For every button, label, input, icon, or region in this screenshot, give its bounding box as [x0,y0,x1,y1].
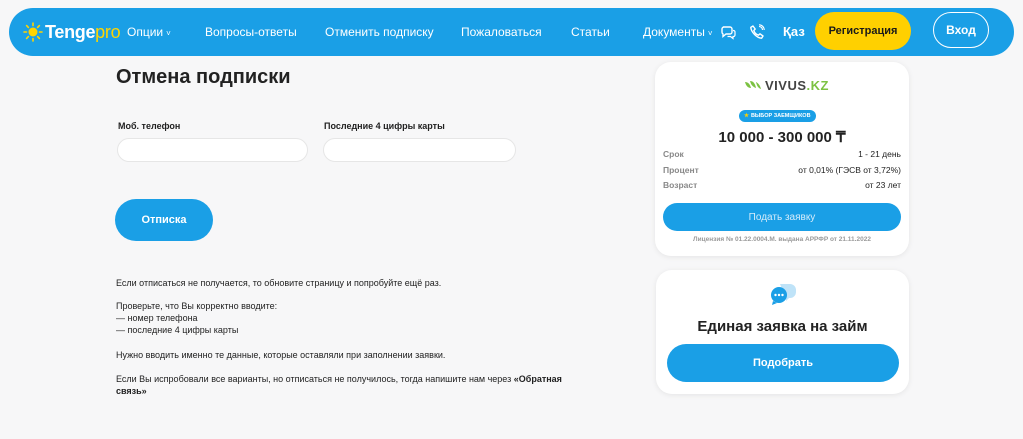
phone-label: Моб. телефон [118,121,181,131]
help-text-check: Проверьте, что Вы корректно вводите: — н… [116,301,278,335]
unsubscribe-button[interactable]: Отписка [115,199,213,241]
nav-articles[interactable]: Статьи [571,25,610,39]
loan-offer-card: VIVUS.KZ ★ ВЫБОР ЗАЕМЩИКОВ 10 000 - 300 0… [655,62,909,256]
feedback-link-cont[interactable]: связь» [116,386,147,396]
nav-documents[interactable]: Документы ˅ [643,25,713,39]
age-label: Возраст [663,180,698,190]
apply-button[interactable]: Подать заявку [663,203,901,231]
borrowers-choice-badge: ★ ВЫБОР ЗАЕМЩИКОВ [739,110,816,122]
language-switch[interactable]: Қаз [783,24,805,39]
nav-faq[interactable]: Вопросы-ответы [205,25,297,39]
nav-cancel-subscription[interactable]: Отменить подписку [325,25,434,39]
pick-loan-button[interactable]: Подобрать [667,344,899,382]
login-button[interactable]: Вход [933,12,989,48]
nav-options[interactable]: Опции ˅ [127,25,171,39]
help-text-feedback: Если Вы испробовали все варианты, но отп… [116,374,562,396]
chat-icon[interactable] [720,24,736,40]
sun-icon [23,22,43,42]
chevron-down-icon: ˅ [166,29,171,38]
card-digits-label: Последние 4 цифры карты [324,121,445,131]
help-text-data: Нужно вводить именно те данные, которые … [116,350,446,360]
feedback-link[interactable]: «Обратная [514,374,562,384]
rate-value: от 0,01% (ГЭСВ от 3,72%) [798,165,901,175]
chevron-down-icon: ˅ [707,29,713,38]
rate-label: Процент [663,165,699,175]
card-digits-input[interactable] [323,138,516,162]
chat-bubble-icon [771,284,796,305]
help-text-retry: Если отписаться не получается, то обнови… [116,278,442,288]
phone-input[interactable] [117,138,308,162]
top-navbar: Tengepro Опции ˅ Вопросы-ответы Отменить … [9,8,1014,56]
register-button[interactable]: Регистрация [815,12,911,50]
phone-icon[interactable] [749,24,765,40]
medal-icon: ★ [744,113,749,119]
leaf-icon [745,80,761,89]
license-text: Лицензия № 01.22.0004.M. выдана АРРФР от… [693,236,871,243]
term-value: 1 - 21 день [858,149,901,159]
nav-complain[interactable]: Пожаловаться [461,25,542,39]
single-application-card: Единая заявка на займ Подобрать [656,270,909,394]
vivus-logo[interactable]: VIVUS.KZ [744,78,829,93]
loan-amount: 10 000 - 300 000 ₸ [718,129,846,146]
logo-text: Tengepro [45,21,121,42]
single-application-title: Единая заявка на займ [697,318,868,335]
term-label: Срок [663,149,684,159]
logo[interactable]: Tengepro [23,21,121,43]
page-title: Отмена подписки [116,66,291,88]
age-value: от 23 лет [865,180,901,190]
